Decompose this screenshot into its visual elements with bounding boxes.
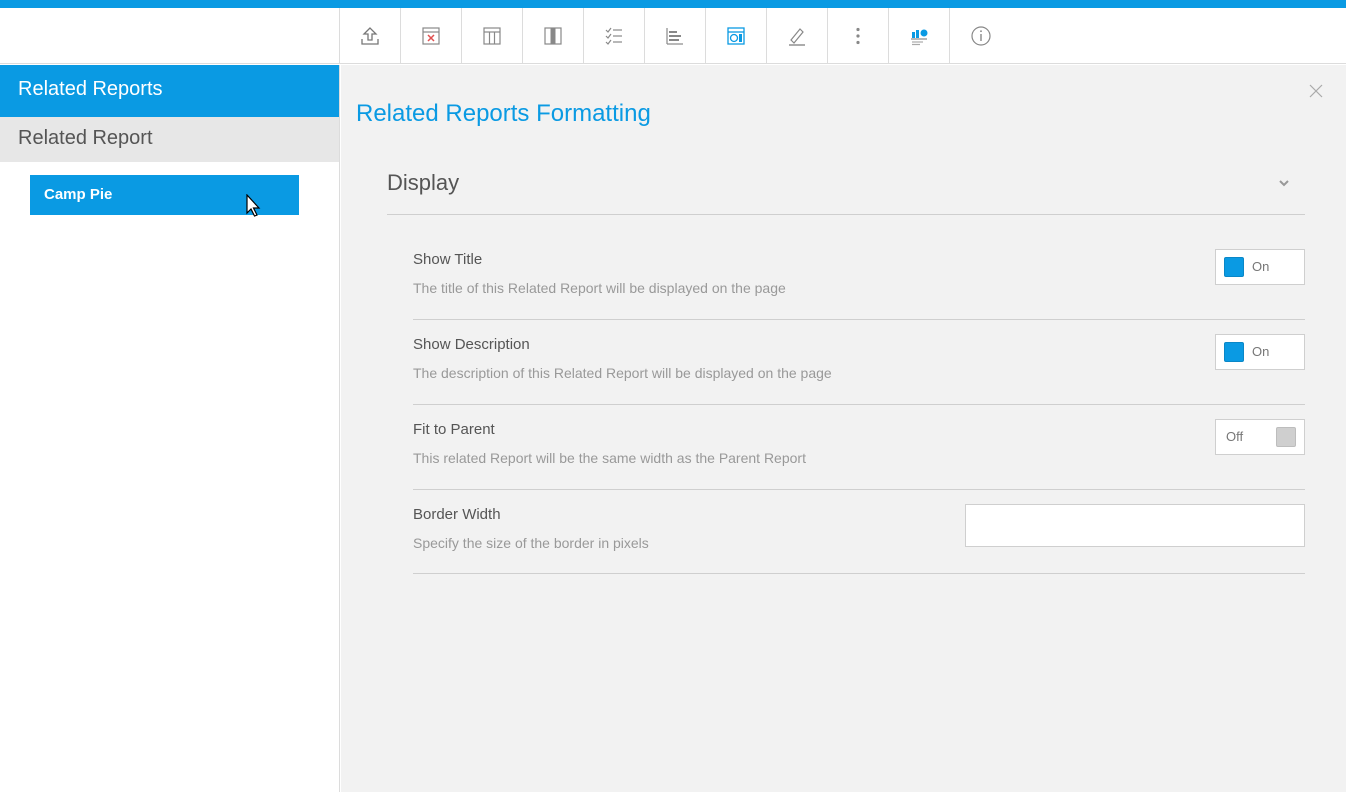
fit-to-parent-toggle[interactable]: Off xyxy=(1215,419,1305,455)
setting-description: Specify the size of the border in pixels xyxy=(413,535,649,551)
setting-label: Show Title xyxy=(413,251,483,268)
setting-label: Show Description xyxy=(413,336,530,353)
setting-description: This related Report will be the same wid… xyxy=(413,450,806,466)
info-icon xyxy=(970,26,991,46)
column-format-button[interactable] xyxy=(523,8,584,64)
report-delete-icon xyxy=(422,27,440,45)
toggle-knob xyxy=(1276,427,1296,447)
formatting-panel: Related Reports Formatting Display Show … xyxy=(341,65,1346,792)
setting-border-width: Border Width Specify the size of the bor… xyxy=(413,490,1305,574)
sidebar-subheader: Related Report xyxy=(0,117,339,162)
toggle-state-label: Off xyxy=(1226,429,1244,444)
setting-show-description: Show Description The description of this… xyxy=(413,320,1305,405)
setting-description: The title of this Related Report will be… xyxy=(413,280,786,296)
related-report-button[interactable] xyxy=(706,8,767,64)
checklist-icon xyxy=(605,27,622,45)
border-width-input[interactable] xyxy=(965,504,1305,547)
chevron-down-icon xyxy=(1279,180,1289,187)
page-title: Related Reports Formatting xyxy=(356,100,651,127)
edit-button[interactable] xyxy=(767,8,828,64)
bar-chart-icon xyxy=(666,28,683,45)
toggle-knob xyxy=(1224,257,1244,277)
setting-description: The description of this Related Report w… xyxy=(413,365,832,381)
sidebar-header: Related Reports xyxy=(0,65,339,117)
mouse-cursor-icon xyxy=(246,194,261,217)
toggle-knob xyxy=(1224,342,1244,362)
toolbar-left-blank xyxy=(0,8,340,64)
setting-show-title: Show Title The title of this Related Rep… xyxy=(413,235,1305,320)
pencil-edit-icon xyxy=(789,28,805,46)
table-columns-button[interactable] xyxy=(462,8,523,64)
setting-fit-to-parent: Fit to Parent This related Report will b… xyxy=(413,405,1305,490)
checklist-button[interactable] xyxy=(584,8,645,64)
sidebar: Related Reports Related Report Camp Pie xyxy=(0,65,340,792)
chart-series-icon xyxy=(911,29,928,46)
toggle-state-label: On xyxy=(1252,259,1270,274)
toolbar-buttons xyxy=(340,8,1011,64)
table-columns-icon xyxy=(483,27,501,45)
toggle-state-label: On xyxy=(1252,344,1270,359)
info-button[interactable] xyxy=(950,8,1011,64)
export-button[interactable] xyxy=(340,8,401,64)
column-format-icon xyxy=(544,27,562,45)
export-upload-icon xyxy=(361,27,379,45)
chart-series-button[interactable] xyxy=(889,8,950,64)
show-title-toggle[interactable]: On xyxy=(1215,249,1305,285)
show-description-toggle[interactable]: On xyxy=(1215,334,1305,370)
bar-chart-button[interactable] xyxy=(645,8,706,64)
delete-report-button[interactable] xyxy=(401,8,462,64)
section-display-header[interactable]: Display xyxy=(387,162,1305,215)
related-report-icon xyxy=(727,27,745,45)
toolbar xyxy=(0,8,1346,64)
close-icon[interactable] xyxy=(1308,83,1324,99)
more-options-button[interactable] xyxy=(828,8,889,64)
setting-label: Border Width xyxy=(413,506,501,523)
setting-label: Fit to Parent xyxy=(413,421,495,438)
more-vertical-icon xyxy=(856,27,860,45)
top-accent-bar xyxy=(0,0,1346,8)
section-title: Display xyxy=(387,170,460,195)
